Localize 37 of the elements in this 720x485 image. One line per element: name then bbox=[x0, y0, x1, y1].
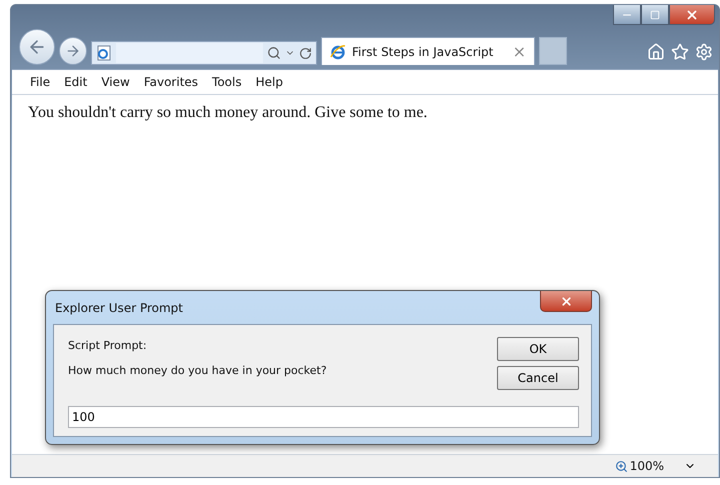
tab-title: First Steps in JavaScript bbox=[352, 44, 494, 58]
page-icon bbox=[96, 45, 112, 61]
close-button[interactable] bbox=[669, 5, 715, 25]
cancel-button[interactable]: Cancel bbox=[497, 366, 579, 390]
star-icon[interactable] bbox=[671, 43, 689, 61]
tab-close-button[interactable]: × bbox=[512, 42, 526, 61]
close-icon bbox=[560, 294, 572, 308]
menu-item[interactable]: File bbox=[30, 75, 50, 89]
zoom-icon[interactable] bbox=[614, 460, 628, 472]
home-icon[interactable] bbox=[647, 43, 665, 61]
address-bar[interactable] bbox=[91, 41, 317, 65]
menu-item[interactable]: Favorites bbox=[144, 75, 198, 89]
zoom-level[interactable]: 100% bbox=[630, 459, 664, 473]
minimize-button[interactable] bbox=[613, 5, 641, 25]
menu-item[interactable]: View bbox=[101, 75, 130, 89]
settings-icon[interactable] bbox=[695, 43, 713, 61]
ok-button[interactable]: OK bbox=[497, 337, 579, 361]
input-field[interactable]: 100 bbox=[68, 406, 579, 428]
back-button[interactable] bbox=[19, 29, 55, 65]
refresh-icon[interactable] bbox=[299, 46, 312, 60]
menu-item[interactable]: Edit bbox=[64, 75, 88, 89]
dialog-title: Explorer User Prompt bbox=[54, 300, 183, 314]
arrow-right-icon bbox=[65, 43, 81, 59]
page-text: You shouldn't carry so much money around. Give some to me. bbox=[28, 104, 428, 122]
e-logo-icon bbox=[330, 44, 346, 60]
browser-tab[interactable]: First Steps in JavaScript × bbox=[321, 37, 535, 65]
menu-item[interactable]: Tools bbox=[212, 75, 242, 89]
menu-item[interactable]: Help bbox=[256, 75, 283, 89]
close-icon bbox=[685, 8, 699, 22]
maximize-icon bbox=[650, 10, 660, 20]
search-icon[interactable] bbox=[267, 46, 281, 60]
prompt-heading: Script Prompt: bbox=[68, 338, 148, 352]
address-input[interactable] bbox=[116, 43, 263, 63]
maximize-button[interactable] bbox=[641, 5, 669, 25]
forward-button[interactable] bbox=[59, 37, 87, 65]
prompt-question: How much money do you have in your pocket? bbox=[68, 363, 328, 379]
dialog-close-button[interactable] bbox=[540, 291, 592, 312]
